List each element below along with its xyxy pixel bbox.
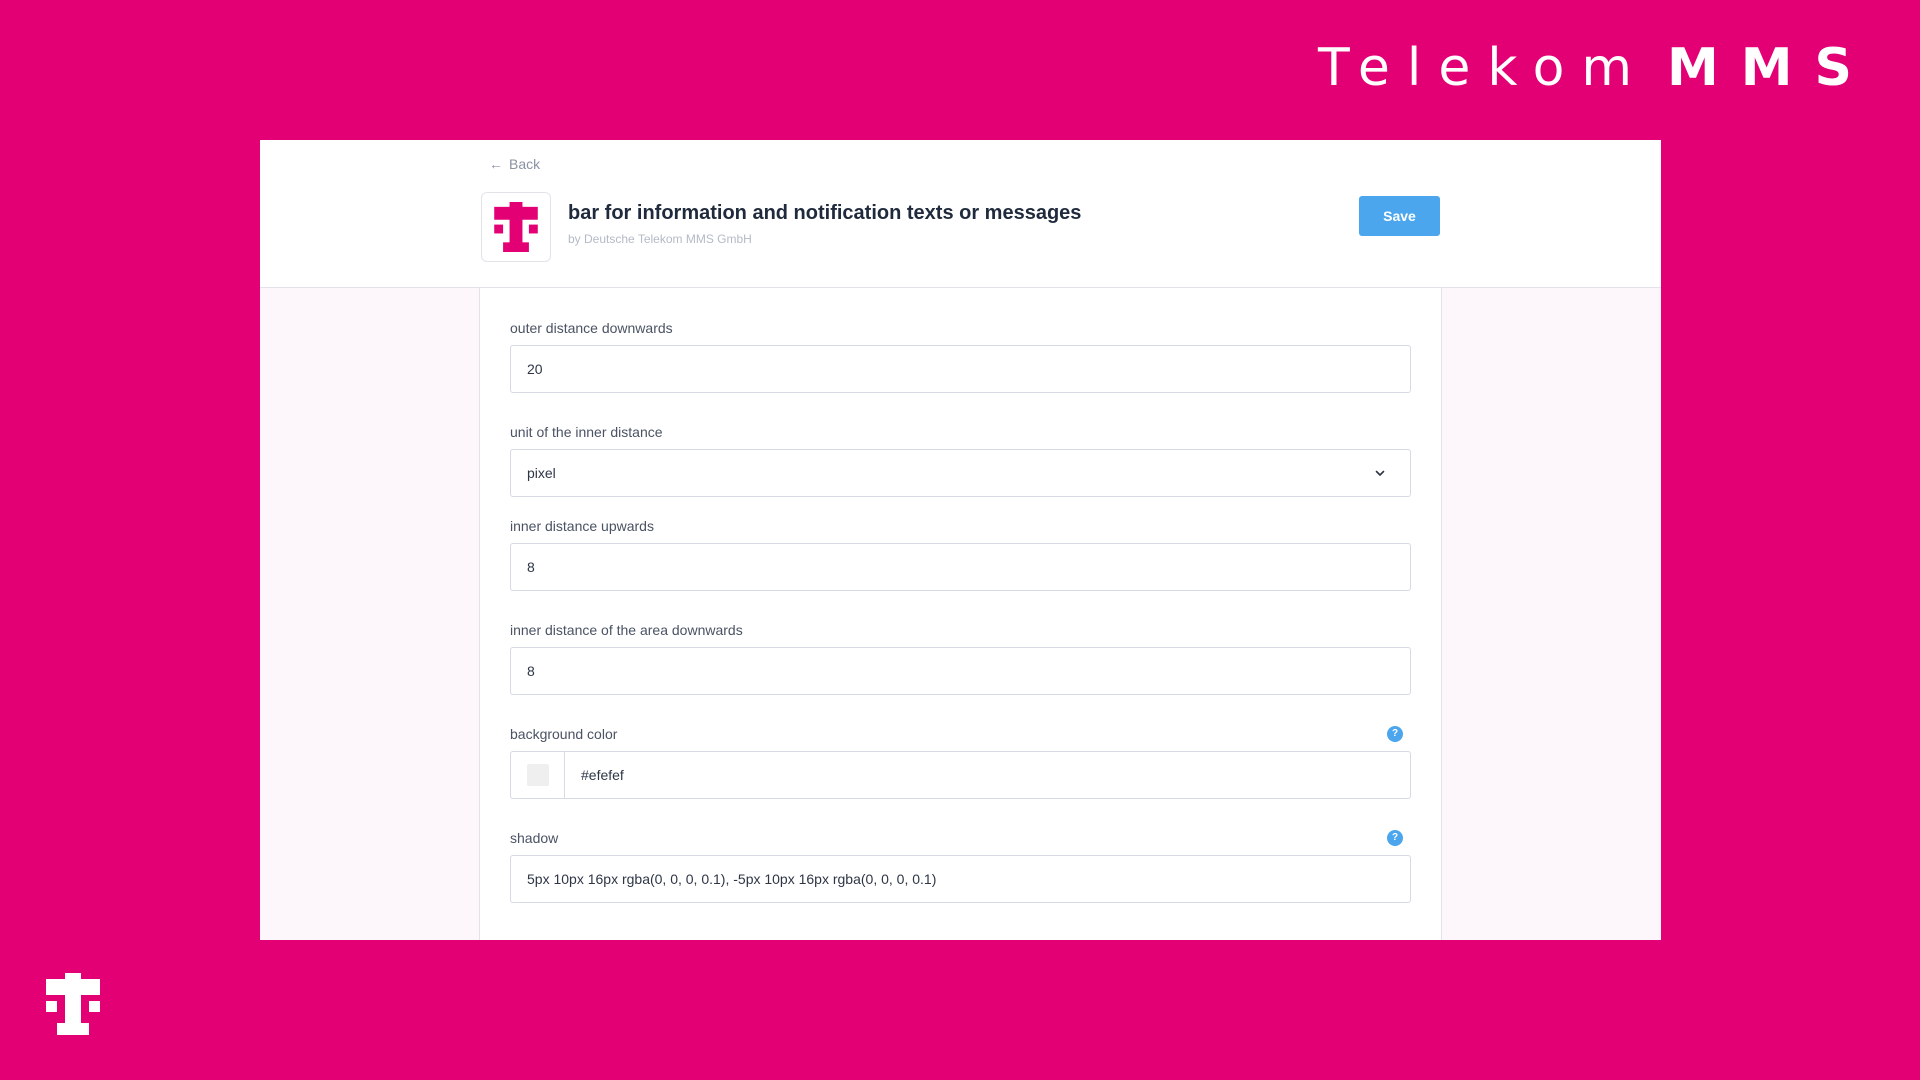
field-inner-distance-upwards: inner distance upwards xyxy=(510,517,1411,591)
brand-wordmark-mms: MMS xyxy=(1667,38,1874,98)
field-label: inner distance upwards xyxy=(510,518,654,534)
app-logo xyxy=(481,192,551,262)
brand-wordmark-telekom: Telekom xyxy=(1317,38,1650,98)
app-header: ← Back bar for information and notificat… xyxy=(260,140,1661,288)
settings-form: outer distance downwards unit of the inn… xyxy=(479,288,1442,940)
field-outer-distance-downwards: outer distance downwards xyxy=(510,319,1411,393)
app-title: bar for information and notification tex… xyxy=(568,202,1082,224)
field-label: background color ? xyxy=(510,725,1411,743)
inner-distance-upwards-input[interactable] xyxy=(510,543,1411,591)
app-settings-window: ← Back bar for information and notificat… xyxy=(260,140,1661,940)
chevron-down-icon xyxy=(1375,470,1385,476)
field-label: inner distance of the area downwards xyxy=(510,622,743,638)
save-button[interactable]: Save xyxy=(1359,196,1440,236)
field-label-text: background color xyxy=(510,726,618,742)
outer-distance-downwards-input[interactable] xyxy=(510,345,1411,393)
back-link-label: Back xyxy=(509,156,541,172)
field-label: unit of the inner distance xyxy=(510,424,663,440)
background-color-picker xyxy=(510,751,1411,799)
back-link[interactable]: ← Back xyxy=(489,156,540,172)
color-swatch-button[interactable] xyxy=(511,752,565,798)
field-inner-distance-downwards: inner distance of the area downwards xyxy=(510,621,1411,695)
shadow-input[interactable] xyxy=(510,855,1411,903)
inner-distance-unit-select[interactable]: pixel xyxy=(510,449,1411,497)
field-label: outer distance downwards xyxy=(510,320,673,336)
question-mark-icon[interactable]: ? xyxy=(1387,830,1403,846)
color-swatch xyxy=(526,764,549,786)
field-shadow: shadow ? xyxy=(510,829,1411,903)
select-value: pixel xyxy=(527,465,556,481)
field-inner-distance-unit: unit of the inner distance pixel xyxy=(510,423,1411,497)
field-label-text: shadow xyxy=(510,830,559,846)
field-label: shadow ? xyxy=(510,829,1411,847)
app-author: by Deutsche Telekom MMS GmbH xyxy=(568,232,752,246)
inner-distance-downwards-input[interactable] xyxy=(510,647,1411,695)
telekom-logo-icon xyxy=(46,973,100,1035)
arrow-left-icon: ← xyxy=(489,156,503,172)
field-background-color: background color ? xyxy=(510,725,1411,799)
brand-wordmark: Telekom MMS xyxy=(1318,38,1874,98)
question-mark-icon[interactable]: ? xyxy=(1387,726,1403,742)
telekom-t-logo-icon xyxy=(494,202,538,252)
background-color-input[interactable] xyxy=(565,752,1410,798)
